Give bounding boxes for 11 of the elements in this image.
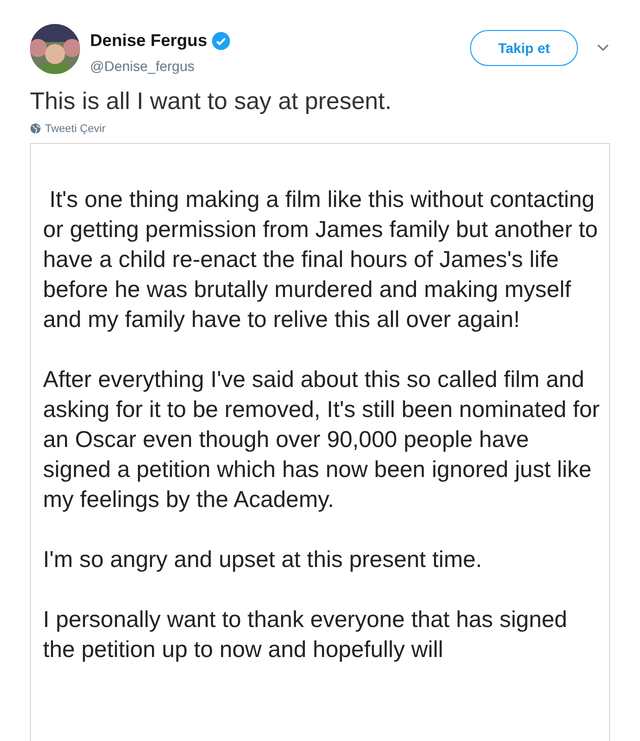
image-paragraph: I personally want to thank everyone that has signed the petition up to now and hopefully will xyxy=(43,605,568,664)
image-paragraph: I'm so angry and upset at this present time. xyxy=(43,545,484,574)
author-name[interactable]: Denise Fergus xyxy=(90,28,208,54)
chevron-down-icon[interactable] xyxy=(596,42,610,52)
author-handle[interactable]: @Denise_fergus xyxy=(90,56,230,76)
image-paragraph: It's one thing making a film like this without contacting or getting permission from James family but another to have a child re-enact the final hours of James's life before he was brutally murdered and making myself and my family have to relive this all over again! xyxy=(43,185,599,334)
translate-link[interactable]: Tweeti Çevir xyxy=(45,120,106,137)
globe-icon xyxy=(30,123,41,134)
image-paragraph: After everything I've said about this so called film and asking for it to be removed, It's still been nominated for an Oscar even though over 90,000 people have signed a petition which has now been ignored just like my feelings by the Academy. xyxy=(43,365,601,514)
follow-button[interactable]: Takip et xyxy=(470,30,578,66)
tweet-text: This is all I want to say at present. xyxy=(29,86,392,116)
